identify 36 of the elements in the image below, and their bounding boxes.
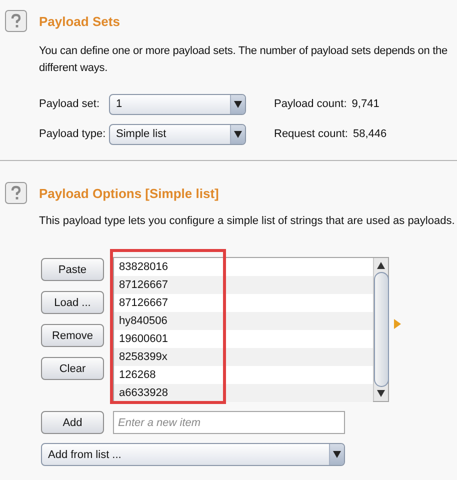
dropdown-arrow-icon [333, 451, 341, 458]
list-item[interactable]: a6633928 [114, 384, 373, 402]
list-item[interactable]: 8258399x [114, 348, 373, 366]
count-label: Payload count: [274, 98, 347, 110]
scroll-down-icon[interactable] [377, 390, 385, 397]
list-action-button[interactable]: Paste [41, 258, 104, 281]
help-icon[interactable] [5, 10, 27, 32]
dropdown[interactable]: Add from list ... [41, 443, 345, 466]
list-item[interactable]: 19600601 [114, 330, 373, 348]
section-title: Payload Sets [39, 14, 120, 28]
field-label: Payload type: [39, 128, 107, 140]
dropdown[interactable]: Simple list [109, 124, 246, 144]
input-field[interactable]: Enter a new item [113, 411, 345, 434]
count-label: Request count: [274, 128, 348, 140]
dropdown-arrow-icon [234, 130, 242, 138]
list-action-button[interactable]: Clear [41, 357, 104, 380]
dropdown[interactable]: 1 [109, 94, 246, 114]
list-action-button[interactable]: Load ... [41, 291, 104, 314]
list-item[interactable]: 83828016 [114, 258, 373, 276]
help-icon[interactable] [5, 182, 27, 204]
dropdown-arrow-icon [234, 100, 242, 108]
count-value: 58,446 [353, 128, 387, 140]
scrollbar[interactable] [373, 258, 388, 401]
list-item[interactable]: hy840506 [114, 312, 373, 330]
description-text: You can define one or more payload sets. The number of payload sets depends on the [39, 44, 448, 59]
section-title: Payload Options [Simple list] [39, 186, 219, 200]
description-text: This payload type lets you configure a simple list of strings that are used as payloads. [39, 215, 456, 227]
add-button[interactable]: Add [41, 411, 104, 434]
list-action-button[interactable]: Remove [41, 324, 104, 347]
scroll-up-icon[interactable] [377, 262, 385, 269]
list-item[interactable]: 87126667 [114, 294, 373, 312]
field-label: Payload set: [39, 98, 101, 110]
list-item[interactable]: 126268 [114, 366, 373, 384]
list-item[interactable]: 87126667 [114, 276, 373, 294]
count-value: 9,741 [352, 98, 380, 110]
description-text: different ways. [39, 61, 108, 76]
